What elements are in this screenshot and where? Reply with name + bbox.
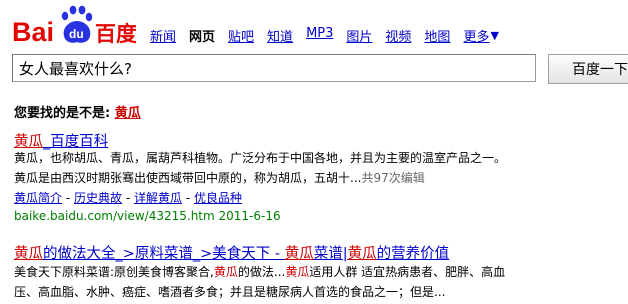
sublink-separator: - [185,191,191,205]
result-title-text[interactable]: 的做法大全_>原料菜谱_>美食天下 - [43,246,285,262]
sublink-separator: - [65,191,71,205]
result-title-link[interactable]: 黄瓜的做法大全_>原料菜谱_>美食天下 - 黄瓜菜谱|黄瓜的营养价值 [14,246,449,262]
edit-count: 共97次编辑 [361,171,425,185]
nav-item-web: 网页 [189,30,216,45]
baidu-logo[interactable]: Bai du 百度 [12,4,137,48]
suggestion-link[interactable]: 黄瓜 [115,106,141,121]
result-snippet-text: 的做法... [237,265,286,279]
nav-item-images[interactable]: 图片 [346,26,372,45]
search-result: 黄瓜的做法大全_>原料菜谱_>美食天下 - 黄瓜菜谱|黄瓜的营养价值 [14,242,449,263]
sublink-varieties[interactable]: 优良品种 [194,191,242,205]
result-title-keyword[interactable]: 黄瓜 [14,246,43,262]
nav-more[interactable]: 更多 ▼ [463,26,498,45]
result-snippet-line: 美食天下原料菜谱:原创美食博客聚合,黄瓜的做法...黄瓜适用人群 适宜热病患者、… [14,262,505,282]
result-snippet-keyword: 黄瓜 [285,265,310,279]
baidu-logo-graphic: Bai du 百度 [12,5,137,47]
result-snippet-text: 黄瓜是由西汉时期张骞出使西域带回中原的，称为胡瓜，五胡十... [14,171,362,185]
result-url: baike.baidu.com/view/43215.htm 2011-6-16 [14,209,281,223]
triangle-down-icon[interactable]: ▼ [490,29,498,42]
result-snippet-text: 美食天下原料菜谱:原创美食博客聚合, [14,265,214,279]
suggestion-prefix: 您要找的是不是: [14,106,111,121]
nav-item-more[interactable]: 更多 [463,26,489,45]
result-title-text[interactable]: 菜谱| [314,246,348,262]
result-title-text[interactable]: 的营养价值 [377,246,450,262]
sublink-detail[interactable]: 详解黄瓜 [134,191,182,205]
logo-text-bai: Bai [12,17,54,47]
result-title-keyword[interactable]: 黄瓜 [348,246,377,262]
result-snippet-text: 适用人群 适宜热病患者、肥胖、高血 [309,265,506,279]
nav-item-video[interactable]: 视频 [385,26,411,45]
result-sublinks: 黄瓜简介 - 历史典故 - 详解黄瓜 - 优良品种 [14,188,242,208]
logo-text-du: du [69,27,84,41]
nav-item-tieba[interactable]: 贴吧 [228,26,254,45]
sublink-intro[interactable]: 黄瓜简介 [14,191,62,205]
result-snippet-keyword: 黄瓜 [213,265,238,279]
nav-item-zhidao[interactable]: 知道 [267,26,293,45]
sublink-separator: - [125,191,131,205]
result-title-keyword[interactable]: 黄瓜 [285,246,314,262]
nav-item-news[interactable]: 新闻 [150,26,176,45]
search-button[interactable]: 百度一下 [548,54,628,84]
result-snippet-line: 黄瓜是由西汉时期张骞出使西域带回中原的，称为胡瓜，五胡十...共97次编辑 [14,168,425,188]
result-snippet-line: 黄瓜，也称胡瓜、青瓜，属葫芦科植物。广泛分布于中国各地，并且为主要的温室产品之一… [14,151,507,165]
result-snippet-line: 压、高血脂、水肿、癌症、嗜酒者多食；并且是糖尿病人首选的食品之一；但是... [14,285,446,299]
spelling-suggestion: 您要找的是不是: 黄瓜 [14,102,141,121]
nav-item-map[interactable]: 地图 [424,26,450,45]
nav-item-mp3[interactable]: MP3 [306,26,333,44]
sublink-history[interactable]: 历史典故 [74,191,122,205]
search-input[interactable] [12,54,536,82]
logo-text-baidu-cn: 百度 [95,22,136,46]
top-nav: 新闻 网页 贴吧 知道 MP3 图片 视频 地图 更多 ▼ [150,26,499,45]
